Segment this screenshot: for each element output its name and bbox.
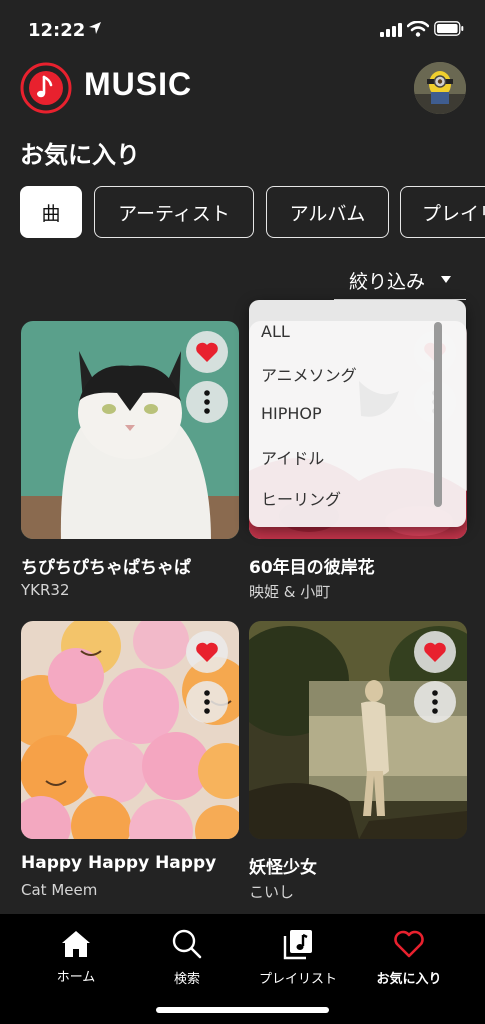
- song-artist: YKR32: [21, 581, 70, 599]
- home-icon: [62, 931, 90, 957]
- nav-home[interactable]: ホーム: [21, 914, 131, 994]
- song-title: 60年目の彼岸花: [249, 558, 375, 578]
- favorite-button[interactable]: [186, 631, 228, 673]
- heart-icon: [394, 930, 424, 958]
- heart-icon: [424, 642, 446, 662]
- more-vertical-icon: [432, 690, 438, 714]
- nav-home-label: ホーム: [56, 970, 96, 985]
- wifi-icon: [407, 21, 429, 37]
- filter-option-hiphop[interactable]: HIPHOP: [261, 404, 322, 423]
- favorite-button[interactable]: [414, 631, 456, 673]
- status-time: 12:22: [28, 20, 86, 41]
- tab-artists[interactable]: アーティスト: [94, 186, 254, 238]
- more-options-button[interactable]: [186, 681, 228, 723]
- tab-albums[interactable]: アルバム: [266, 186, 389, 238]
- song-artist: こいし: [249, 883, 295, 901]
- more-options-button[interactable]: [414, 681, 456, 723]
- location-arrow-icon: [89, 22, 101, 34]
- app-logo-icon: [20, 62, 72, 114]
- search-icon: [172, 929, 202, 959]
- song-artist: Cat Meem: [21, 881, 98, 899]
- filter-option-healing[interactable]: ヒーリング: [261, 486, 341, 510]
- filter-dropdown-button[interactable]: 絞り込み: [334, 262, 466, 300]
- song-card[interactable]: 妖怪少女 こいし: [249, 621, 467, 906]
- playlist-icon: [283, 930, 312, 960]
- page-title: お気に入り: [20, 141, 140, 169]
- nav-search[interactable]: 検索: [132, 914, 242, 994]
- heart-icon: [196, 342, 218, 362]
- filter-label: 絞り込み: [349, 271, 426, 293]
- nav-playlist-label: プレイリスト: [258, 972, 337, 987]
- nav-search-label: 検索: [173, 972, 200, 987]
- filter-option-anime[interactable]: アニメソング: [261, 362, 357, 386]
- song-card[interactable]: Happy Happy Happy Cat Meem: [21, 621, 239, 906]
- song-artist: 映姫 & 小町: [249, 583, 331, 601]
- more-vertical-icon: [204, 390, 210, 414]
- song-title: 妖怪少女: [249, 858, 317, 878]
- tab-playlists[interactable]: プレイリスト: [400, 186, 485, 238]
- nav-favorites[interactable]: お気に入り: [354, 914, 464, 994]
- battery-icon: [434, 21, 464, 36]
- dropdown-scrollbar[interactable]: [434, 322, 442, 507]
- favorite-button[interactable]: [186, 331, 228, 373]
- category-tabs: 曲 アーティスト アルバム プレイリスト: [20, 186, 485, 238]
- filter-option-all[interactable]: ALL: [261, 322, 290, 341]
- heart-icon: [196, 642, 218, 662]
- avatar[interactable]: [414, 62, 466, 114]
- song-card[interactable]: ちぴちぴちゃぱちゃぱ YKR32: [21, 321, 239, 606]
- nav-playlist[interactable]: プレイリスト: [243, 914, 353, 994]
- more-vertical-icon: [204, 690, 210, 714]
- song-title: ちぴちぴちゃぱちゃぱ: [21, 558, 191, 578]
- filter-option-idol[interactable]: アイドル: [261, 445, 324, 469]
- home-indicator[interactable]: [156, 1007, 329, 1013]
- cellular-signal-icon: [380, 23, 402, 37]
- tab-songs[interactable]: 曲: [20, 186, 82, 238]
- more-options-button[interactable]: [186, 381, 228, 423]
- app-brand: MUSIC: [84, 66, 193, 102]
- song-title: Happy Happy Happy: [21, 853, 217, 873]
- caret-down-icon: [441, 276, 451, 283]
- nav-favorites-label: お気に入り: [376, 972, 442, 987]
- status-bar: 12:22: [0, 0, 485, 56]
